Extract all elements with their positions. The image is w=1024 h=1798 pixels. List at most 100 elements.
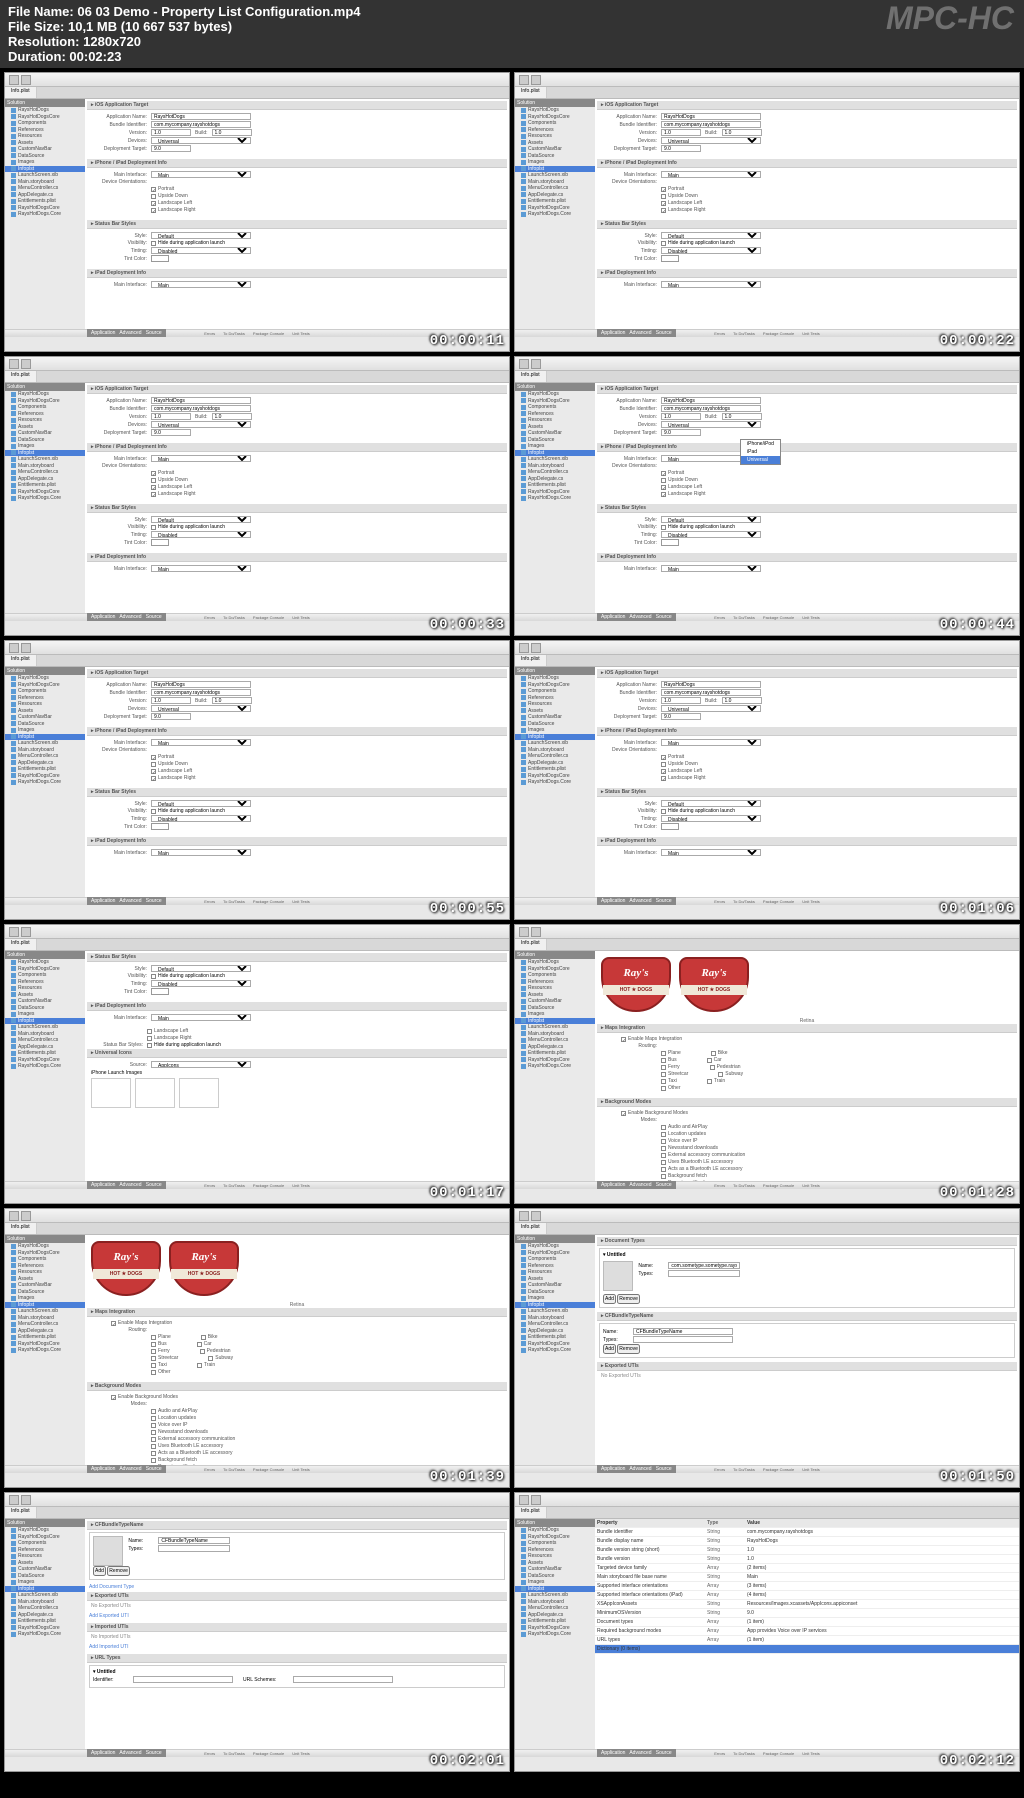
- plist-editor[interactable]: ▸ Status Bar Styles Style:Default Visibi…: [85, 951, 509, 1189]
- solution-sidebar[interactable]: SolutionRaysHotDogsRaysHotDogsCoreCompon…: [515, 667, 595, 905]
- subway-checkbox[interactable]: [208, 1356, 213, 1361]
- solution-sidebar[interactable]: SolutionRaysHotDogsRaysHotDogsCoreCompon…: [5, 667, 85, 905]
- tab-infoplist[interactable]: Info.plist: [5, 939, 37, 950]
- tree-item[interactable]: RaysHotDogs.Core: [5, 211, 85, 218]
- section-ios-target[interactable]: ▸ iOS Application Target: [597, 385, 1017, 394]
- plist-row[interactable]: Required background modesArrayApp provid…: [595, 1627, 1019, 1636]
- upside-checkbox[interactable]: [151, 194, 156, 199]
- tree-item[interactable]: RaysHotDogs.Core: [515, 779, 595, 786]
- config-icon[interactable]: [21, 1211, 31, 1221]
- section-deployment[interactable]: ▸ iPhone / iPad Deployment Info: [597, 727, 1017, 736]
- add-button[interactable]: Add: [603, 1344, 616, 1354]
- section-ios-target[interactable]: ▸ iOS Application Target: [87, 385, 507, 394]
- section-ipad-deploy[interactable]: ▸ iPad Deployment Info: [87, 1002, 507, 1011]
- build-input[interactable]: [212, 413, 252, 420]
- style-select[interactable]: Default: [151, 516, 251, 523]
- add-button[interactable]: Add: [603, 1294, 616, 1304]
- plist-row[interactable]: Main storyboard file base nameStringMain: [595, 1573, 1019, 1582]
- editor-tabs[interactable]: Info.plist: [515, 371, 1019, 383]
- section-deployment[interactable]: ▸ iPhone / iPad Deployment Info: [597, 159, 1017, 168]
- add-imported-link[interactable]: Add Imported UTI: [89, 1644, 505, 1650]
- ipad-interface-select[interactable]: Main: [151, 565, 251, 572]
- tree-item[interactable]: RaysHotDogs.Core: [5, 1631, 85, 1638]
- ide-toolbar[interactable]: [5, 1209, 509, 1223]
- visibility-checkbox[interactable]: [151, 525, 156, 530]
- play-icon[interactable]: [9, 643, 19, 653]
- version-input[interactable]: [661, 129, 701, 136]
- ide-toolbar[interactable]: [5, 641, 509, 655]
- plist-source-view[interactable]: PropertyTypeValueBundle identifierString…: [595, 1519, 1019, 1757]
- enable-bg-checkbox[interactable]: ✓: [111, 1395, 116, 1400]
- ide-toolbar[interactable]: [515, 1493, 1019, 1507]
- deployment-target-input[interactable]: [661, 713, 701, 720]
- landscape-right-checkbox[interactable]: ✓: [661, 492, 666, 497]
- solution-sidebar[interactable]: SolutionRaysHotDogsRaysHotDogsCoreCompon…: [5, 99, 85, 337]
- tab-infoplist[interactable]: Info.plist: [515, 87, 547, 98]
- tint-color-swatch[interactable]: [661, 823, 679, 830]
- play-icon[interactable]: [519, 927, 529, 937]
- editor-tabs[interactable]: Info.plist: [5, 371, 509, 383]
- tint-color-swatch[interactable]: [661, 255, 679, 262]
- editor-mode-tab[interactable]: Application Advanced Source: [597, 329, 676, 337]
- plist-row[interactable]: Dictionary (0 items): [595, 1645, 1019, 1654]
- enable-maps-checkbox[interactable]: ✓: [111, 1321, 116, 1326]
- deployment-target-input[interactable]: [151, 713, 191, 720]
- section-status-bar[interactable]: ▸ Status Bar Styles: [87, 953, 507, 962]
- upside-checkbox[interactable]: [661, 478, 666, 483]
- upside-checkbox[interactable]: [661, 194, 666, 199]
- taxi-checkbox[interactable]: [661, 1079, 666, 1084]
- ide-toolbar[interactable]: [515, 925, 1019, 939]
- section-deployment[interactable]: ▸ iPhone / iPad Deployment Info: [87, 727, 507, 736]
- url-type-box[interactable]: ▾ Untitled Identifier: URL Schemes:: [89, 1665, 505, 1688]
- section-maps[interactable]: ▸ Maps Integration: [87, 1308, 507, 1317]
- deployment-target-input[interactable]: [151, 429, 191, 436]
- tinting-select[interactable]: Disabled: [151, 531, 251, 538]
- section-ipad-deploy[interactable]: ▸ iPad Deployment Info: [87, 269, 507, 278]
- section-deployment[interactable]: ▸ iPhone / iPad Deployment Info: [597, 443, 1017, 452]
- main-interface-select[interactable]: Main: [151, 739, 251, 746]
- visibility-checkbox[interactable]: [151, 809, 156, 814]
- version-input[interactable]: [661, 697, 701, 704]
- visibility-checkbox[interactable]: [661, 809, 666, 814]
- build-input[interactable]: [722, 413, 762, 420]
- play-icon[interactable]: [519, 1495, 529, 1505]
- bundle-id-input[interactable]: [151, 689, 251, 696]
- voip-checkbox[interactable]: [661, 1139, 666, 1144]
- ide-toolbar[interactable]: [5, 73, 509, 87]
- ide-toolbar[interactable]: [515, 73, 1019, 87]
- bundle-id-input[interactable]: [661, 689, 761, 696]
- tab-infoplist[interactable]: Info.plist: [5, 87, 37, 98]
- bike-checkbox[interactable]: [711, 1051, 716, 1056]
- plist-row[interactable]: Bundle versionString1.0: [595, 1555, 1019, 1564]
- tree-item[interactable]: RaysHotDogs.Core: [5, 1063, 85, 1070]
- visibility-checkbox[interactable]: [151, 974, 156, 979]
- visibility-checkbox[interactable]: [661, 525, 666, 530]
- style-select[interactable]: Default: [661, 800, 761, 807]
- config-icon[interactable]: [21, 927, 31, 937]
- section-deployment[interactable]: ▸ iPhone / iPad Deployment Info: [87, 443, 507, 452]
- section-ipad-deploy[interactable]: ▸ iPad Deployment Info: [87, 837, 507, 846]
- url-identifier-input[interactable]: [133, 1676, 233, 1683]
- editor-mode-tab[interactable]: Application Advanced Source: [597, 1749, 676, 1757]
- remove-button[interactable]: Remove: [107, 1566, 130, 1576]
- solution-sidebar[interactable]: SolutionRaysHotDogsRaysHotDogsCoreCompon…: [515, 383, 595, 621]
- uti-name-input[interactable]: [158, 1537, 230, 1544]
- bluetooth_le-checkbox[interactable]: [151, 1444, 156, 1449]
- app-name-input[interactable]: [661, 113, 761, 120]
- editor-tabs[interactable]: Info.plist: [515, 1223, 1019, 1235]
- devices-select[interactable]: Universal: [661, 421, 761, 428]
- ipad-interface-select[interactable]: Main: [661, 565, 761, 572]
- build-input[interactable]: [722, 129, 762, 136]
- ipad-interface-select[interactable]: Main: [151, 849, 251, 856]
- plist-row[interactable]: Bundle identifierStringcom.mycompany.ray…: [595, 1528, 1019, 1537]
- car-checkbox[interactable]: [197, 1342, 202, 1347]
- landscape-left-checkbox[interactable]: ✓: [661, 201, 666, 206]
- enable-maps-checkbox[interactable]: ✓: [621, 1037, 626, 1042]
- plist-row[interactable]: Bundle display nameStringRaysHotDogs: [595, 1537, 1019, 1546]
- uti-types-input[interactable]: [158, 1545, 230, 1552]
- section-deployment[interactable]: ▸ iPhone / iPad Deployment Info: [87, 159, 507, 168]
- plist-row[interactable]: MinimumOSVersionString9.0: [595, 1609, 1019, 1618]
- tab-infoplist[interactable]: Info.plist: [5, 1507, 37, 1518]
- portrait-checkbox[interactable]: ✓: [151, 187, 156, 192]
- doc-icon-slot[interactable]: [603, 1261, 633, 1291]
